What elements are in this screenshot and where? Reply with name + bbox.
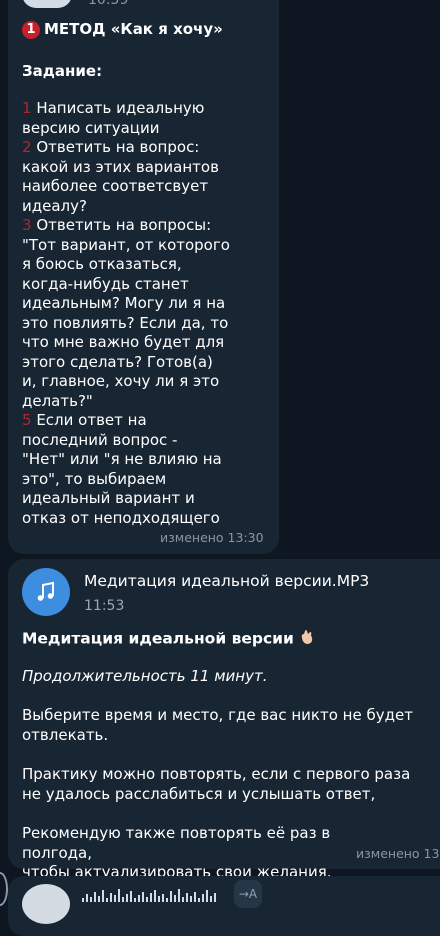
message-bubble-voice[interactable]: [8, 876, 440, 936]
paragraph-1: Выберите время и место, где вас никто не…: [22, 706, 413, 744]
duration-text: Продолжительность 11 минут.: [22, 667, 268, 685]
voice-play-button[interactable]: [22, 884, 70, 924]
item-number-5: 5: [22, 411, 32, 429]
task-list: 1 Написать идеальную версию ситуации 2 О…: [22, 99, 272, 528]
item-text-5: Если ответ на последний вопрос - "Нет" и…: [22, 411, 222, 527]
transcribe-button[interactable]: →A: [234, 880, 262, 908]
item-text-1: Написать идеальную версию ситуации: [22, 99, 205, 137]
message-time-top: 10:59: [88, 0, 129, 8]
edited-label: изменено 13:30: [160, 530, 264, 545]
audio-file-name[interactable]: Медитация идеальной версии.MP3: [84, 572, 369, 590]
paragraph-3: Рекомендую также повторять её раз в полг…: [22, 824, 332, 881]
item-text-2: Ответить на вопрос: какой из этих вариан…: [22, 138, 219, 215]
task-label: Задание:: [22, 62, 103, 80]
audio-file-time: 11:53: [84, 598, 125, 614]
method-title: 1 МЕТОД «Как я хочу»: [22, 20, 223, 39]
method-title-text: МЕТОД «Как я хочу»: [44, 20, 223, 38]
meditation-title: Медитация идеальной версии: [22, 628, 316, 650]
keycap-number-icon: 1: [22, 20, 40, 39]
item-number-1: 1: [22, 99, 32, 117]
voice-waveform[interactable]: [82, 888, 216, 902]
item-text-3: Ответить на вопросы: "Тот вариант, от ко…: [22, 216, 230, 410]
music-note-icon[interactable]: [22, 568, 70, 616]
paragraph-2: Практику можно повторять, если с первого…: [22, 765, 411, 803]
edited-label-2: изменено 13: [356, 846, 440, 861]
item-number-3: 3: [22, 216, 32, 234]
meditation-title-text: Медитация идеальной версии: [22, 629, 294, 648]
item-number-2: 2: [22, 138, 32, 156]
hand-icon: [298, 628, 316, 650]
